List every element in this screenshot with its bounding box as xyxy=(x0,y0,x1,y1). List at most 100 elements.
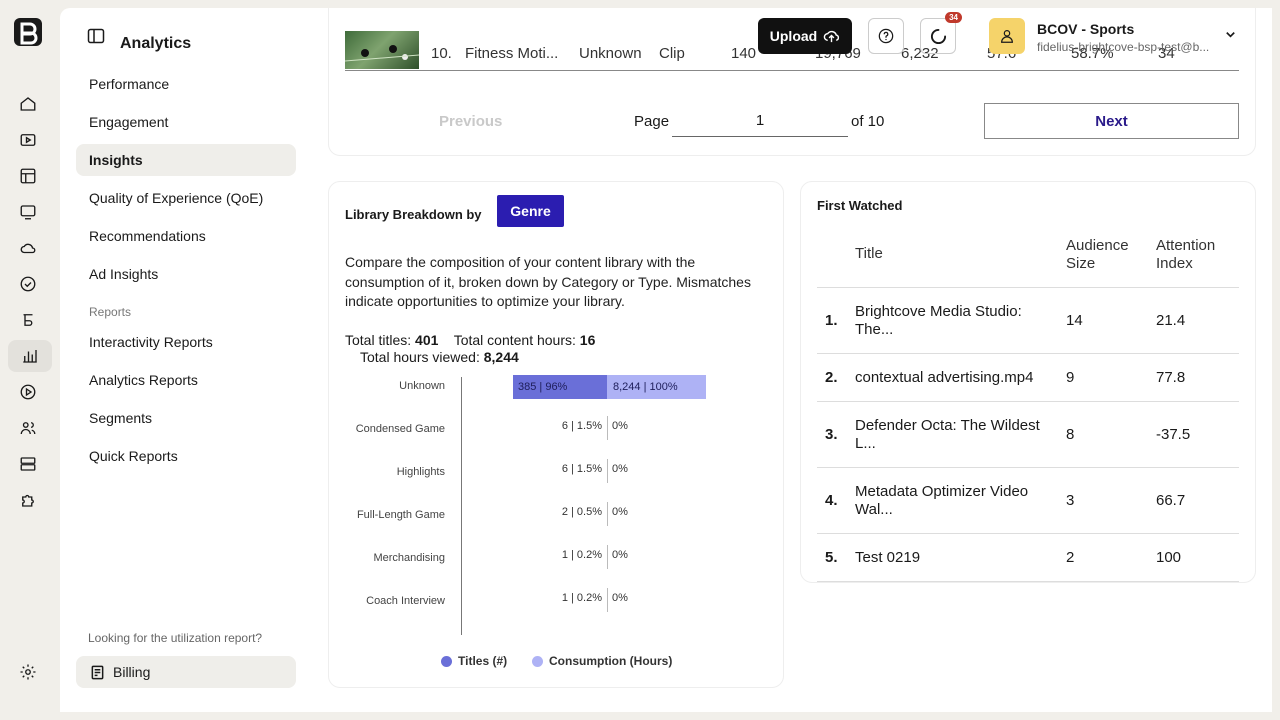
total-hours-viewed-label: Total hours viewed: xyxy=(360,349,480,365)
nav-item-interactivity-reports[interactable]: Interactivity Reports xyxy=(76,326,296,358)
chevron-down-icon[interactable] xyxy=(1224,28,1237,46)
col-header-title[interactable]: Title xyxy=(855,245,883,263)
legend-consumption: Consumption (Hours) xyxy=(532,654,672,668)
row-title[interactable]: Metadata Optimizer Video Wal... xyxy=(855,483,1055,519)
table-row[interactable]: 2. contextual advertising.mp4 9 77.8 xyxy=(817,354,1239,402)
help-button[interactable] xyxy=(868,18,904,54)
row-attention: -37.5 xyxy=(1156,426,1191,443)
brand-icon[interactable] xyxy=(18,310,38,330)
row-title[interactable]: Fitness Moti... xyxy=(465,45,558,62)
total-content-hours-label: Total content hours: xyxy=(453,332,576,348)
chart-category-label: Unknown xyxy=(399,380,445,392)
chart-category-label: Merchandising xyxy=(373,552,445,564)
sidebar-toggle-icon[interactable] xyxy=(87,27,105,45)
monitor-icon[interactable] xyxy=(18,202,38,222)
bar-titles-label: 1 | 0.2% xyxy=(561,592,602,604)
chart-category-label: Full-Length Game xyxy=(356,509,445,521)
shield-check-icon[interactable] xyxy=(18,274,38,294)
previous-button[interactable]: Previous xyxy=(439,113,502,130)
server-icon[interactable] xyxy=(18,454,38,474)
table-row[interactable]: 5. Test 0219 2 100 xyxy=(817,534,1239,582)
row-rank: 3. xyxy=(825,426,838,443)
nav-item-ad-insights[interactable]: Ad Insights xyxy=(76,258,296,290)
bar-titles: 385 | 96% xyxy=(513,375,607,399)
row-col4: Clip xyxy=(659,45,685,62)
layout-icon[interactable] xyxy=(18,166,38,186)
row-rank: 10. xyxy=(431,45,452,62)
table-row[interactable]: 1. Brightcove Media Studio: The... 14 21.4 xyxy=(817,288,1239,354)
row-rank: 2. xyxy=(825,369,838,386)
total-content-hours-value: 16 xyxy=(579,332,596,348)
icon-rail xyxy=(0,0,60,720)
video-thumbnail xyxy=(345,31,419,69)
chart-category-label: Highlights xyxy=(396,466,445,478)
users-icon[interactable] xyxy=(18,418,38,438)
library-totals: Total titles: 401 Total content hours: 1… xyxy=(345,332,595,366)
legend-consumption-label: Consumption (Hours) xyxy=(549,654,673,668)
nav-item-recommendations[interactable]: Recommendations xyxy=(76,220,296,252)
cloud-icon[interactable] xyxy=(18,238,38,258)
bar-consumption-label: 0% xyxy=(612,506,628,518)
analytics-nav: Performance Engagement Insights Quality … xyxy=(76,68,296,478)
nav-section-reports: Reports xyxy=(89,305,132,319)
table-row[interactable]: 4. Metadata Optimizer Video Wal... 3 66.7 xyxy=(817,468,1239,534)
col-header-audience[interactable]: Audience Size xyxy=(1066,237,1136,273)
home-icon[interactable] xyxy=(18,94,38,114)
row-attention: 66.7 xyxy=(1156,492,1186,509)
library-breakdown-title: Library Breakdown by xyxy=(345,207,482,222)
activity-button[interactable]: 34 xyxy=(920,12,962,54)
col-header-attention[interactable]: Attention Index xyxy=(1156,237,1231,273)
chart-category-label: Condensed Game xyxy=(355,423,445,435)
analytics-icon[interactable] xyxy=(8,340,52,372)
chart-category-label: Coach Interview xyxy=(366,595,445,607)
logo-icon[interactable] xyxy=(12,16,44,48)
bar-titles-label: 1 | 0.2% xyxy=(561,549,602,561)
help-icon xyxy=(878,28,894,44)
play-icon[interactable] xyxy=(18,382,38,402)
bar-titles-label: 6 | 1.5% xyxy=(561,420,602,432)
next-button[interactable]: Next xyxy=(984,103,1239,139)
row-title[interactable]: Brightcove Media Studio: The... xyxy=(855,303,1055,339)
legend-titles: Titles (#) xyxy=(441,654,507,668)
nav-item-qoe[interactable]: Quality of Experience (QoE) xyxy=(76,182,296,214)
page-input[interactable]: 1 xyxy=(672,105,848,137)
row-title[interactable]: Test 0219 xyxy=(855,549,1055,567)
user-icon xyxy=(1001,30,1013,43)
nav-item-quick-reports[interactable]: Quick Reports xyxy=(76,440,296,472)
billing-button[interactable]: Billing xyxy=(76,656,296,688)
first-watched-card: First Watched Title Audience Size Attent… xyxy=(800,181,1256,583)
total-titles-label: Total titles: xyxy=(345,332,412,348)
bar-consumption-label: 0% xyxy=(612,420,628,432)
bar-consumption-label: 0% xyxy=(612,592,628,604)
nav-item-analytics-reports[interactable]: Analytics Reports xyxy=(76,364,296,396)
account-name[interactable]: BCOV - Sports xyxy=(1037,21,1134,37)
row-title[interactable]: contextual advertising.mp4 xyxy=(855,369,1055,387)
nav-item-performance[interactable]: Performance xyxy=(76,68,296,100)
genre-button[interactable]: Genre xyxy=(497,195,564,227)
row-col5: 140 xyxy=(731,45,757,62)
main-panel: Analytics Performance Engagement Insight… xyxy=(60,8,1272,712)
total-hours-viewed-value: 8,244 xyxy=(483,349,519,365)
legend-titles-swatch xyxy=(441,655,452,667)
page-title: Analytics xyxy=(120,35,192,52)
bar-consumption-label: 0% xyxy=(612,549,628,561)
page-count: of 10 xyxy=(851,113,885,130)
bar-titles-label: 2 | 0.5% xyxy=(561,506,602,518)
puzzle-icon[interactable] xyxy=(18,490,38,510)
notification-badge: 34 xyxy=(945,12,962,23)
video-icon[interactable] xyxy=(18,130,38,150)
row-title[interactable]: Defender Octa: The Wildest L... xyxy=(855,417,1055,453)
nav-item-segments[interactable]: Segments xyxy=(76,402,296,434)
table-row[interactable]: 3. Defender Octa: The Wildest L... 8 -37.5 xyxy=(817,402,1239,468)
library-description: Compare the composition of your content … xyxy=(345,254,751,309)
first-watched-header: Title Audience Size Attention Index xyxy=(817,220,1239,288)
bar-consumption: 8,244 | 100% xyxy=(607,375,706,399)
nav-item-engagement[interactable]: Engagement xyxy=(76,106,296,138)
settings-icon[interactable] xyxy=(18,662,38,682)
row-rank: 1. xyxy=(825,312,838,329)
account-avatar[interactable] xyxy=(989,18,1025,54)
upload-button[interactable]: Upload xyxy=(758,18,852,54)
bar-split-line xyxy=(607,502,608,526)
nav-item-insights[interactable]: Insights xyxy=(76,144,296,176)
row-audience: 14 xyxy=(1066,312,1083,329)
